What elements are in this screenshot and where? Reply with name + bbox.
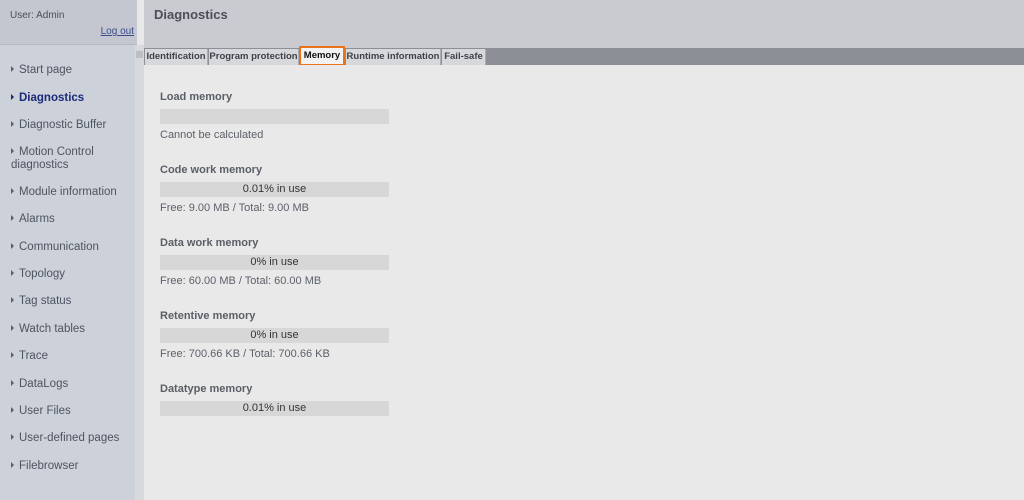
tab-memory[interactable]: Memory — [299, 46, 345, 66]
sidebar-item-label: DataLogs — [19, 378, 69, 390]
sidebar-item-label: Alarms — [19, 213, 55, 225]
datatype-memory-section: Datatype memory 0.01% in use — [160, 383, 460, 416]
datatype-memory-title: Datatype memory — [160, 383, 253, 395]
bullet-icon — [11, 243, 14, 249]
datatype-memory-bar: 0.01% in use — [160, 401, 389, 416]
load-memory-title: Load memory — [160, 91, 233, 103]
user-label: User: Admin — [10, 10, 65, 21]
bullet-icon — [11, 297, 14, 303]
sidebar-item-communication[interactable]: Communication — [0, 241, 135, 254]
sidebar-item-topology[interactable]: Topology — [0, 268, 135, 281]
sidebar-item-label: Trace — [19, 350, 48, 362]
bullet-icon — [11, 380, 14, 386]
bullet-icon — [11, 434, 14, 440]
app-window: User: Admin Log out Start page Diagnosti… — [0, 0, 1024, 500]
bullet-icon — [11, 407, 14, 413]
retentive-memory-note: Free: 700.66 KB / Total: 700.66 KB — [160, 348, 330, 360]
bullet-icon — [11, 352, 14, 358]
sidebar-item-label: Filebrowser — [19, 460, 79, 472]
sidebar-item-label: Tag status — [19, 295, 72, 307]
load-memory-section: Load memory Cannot be calculated — [160, 91, 460, 142]
tab-bar: Identification Program protection Memory… — [144, 46, 1024, 66]
sidebar-item-label: User Files — [19, 405, 71, 417]
retentive-memory-section: Retentive memory 0% in use Free: 700.66 … — [160, 310, 460, 361]
data-work-memory-title: Data work memory — [160, 237, 259, 249]
sidebar-item-diagnostic-buffer[interactable]: Diagnostic Buffer — [0, 119, 135, 132]
load-memory-bar — [160, 109, 389, 124]
page-header: Diagnostics — [144, 0, 1024, 48]
sidebar-item-watch-tables[interactable]: Watch tables — [0, 323, 135, 336]
scroll-up-icon[interactable] — [136, 51, 143, 58]
code-work-memory-bar: 0.01% in use — [160, 182, 389, 197]
data-work-memory-section: Data work memory 0% in use Free: 60.00 M… — [160, 237, 460, 288]
data-work-memory-note: Free: 60.00 MB / Total: 60.00 MB — [160, 275, 322, 287]
tab-fail-safe[interactable]: Fail-safe — [442, 49, 486, 65]
sidebar-scrollbar[interactable] — [135, 45, 144, 500]
sidebar-item-label: Start page — [19, 64, 73, 76]
bullet-icon — [11, 121, 14, 127]
sidebar-item-label: Motion Control diagnostics — [11, 146, 94, 171]
load-memory-note: Cannot be calculated — [160, 129, 264, 141]
sidebar-item-label: Diagnostics — [19, 92, 85, 104]
sidebar-item-label: Communication — [19, 241, 99, 253]
sidebar: User: Admin Log out Start page Diagnosti… — [0, 0, 137, 500]
sidebar-item-label: Watch tables — [19, 323, 86, 335]
sidebar-item-label: Topology — [19, 268, 66, 280]
sidebar-item-label: Module information — [19, 186, 117, 198]
sidebar-item-diagnostics[interactable]: Diagnostics — [0, 92, 135, 105]
tab-identification[interactable]: Identification — [145, 49, 208, 65]
sidebar-item-filebrowser[interactable]: Filebrowser — [0, 460, 135, 473]
bullet-icon — [11, 148, 14, 154]
code-work-memory-note: Free: 9.00 MB / Total: 9.00 MB — [160, 202, 309, 214]
sidebar-item-label: Diagnostic Buffer — [19, 119, 107, 131]
sidebar-item-tag-status[interactable]: Tag status — [0, 295, 135, 308]
sidebar-item-user-defined-pages[interactable]: User-defined pages — [0, 432, 135, 445]
code-work-memory-section: Code work memory 0.01% in use Free: 9.00… — [160, 164, 460, 215]
sidebar-item-module-information[interactable]: Module information — [0, 186, 135, 199]
sidebar-item-user-files[interactable]: User Files — [0, 405, 135, 418]
data-work-memory-bar: 0% in use — [160, 255, 389, 270]
tab-program-protection[interactable]: Program protection — [209, 49, 299, 65]
bullet-icon — [11, 66, 14, 72]
retentive-memory-title: Retentive memory — [160, 310, 256, 322]
tab-runtime-information[interactable]: Runtime information — [346, 49, 441, 65]
sidebar-item-start-page[interactable]: Start page — [0, 64, 135, 77]
memory-panel: Load memory Cannot be calculated Code wo… — [144, 65, 1024, 500]
sidebar-item-motion-control[interactable]: Motion Control diagnostics — [0, 146, 100, 172]
logout-link[interactable]: Log out — [101, 26, 134, 37]
bullet-icon — [11, 94, 14, 100]
page-title: Diagnostics — [154, 7, 228, 22]
sidebar-item-alarms[interactable]: Alarms — [0, 213, 135, 226]
bullet-icon — [11, 462, 14, 468]
retentive-memory-bar: 0% in use — [160, 328, 389, 343]
sidebar-item-datalogs[interactable]: DataLogs — [0, 378, 135, 391]
sidebar-item-label: User-defined pages — [19, 432, 120, 444]
bullet-icon — [11, 215, 14, 221]
code-work-memory-title: Code work memory — [160, 164, 263, 176]
bullet-icon — [11, 270, 14, 276]
sidebar-item-trace[interactable]: Trace — [0, 350, 135, 363]
user-box: User: Admin Log out — [0, 0, 137, 45]
bullet-icon — [11, 325, 14, 331]
bullet-icon — [11, 188, 14, 194]
